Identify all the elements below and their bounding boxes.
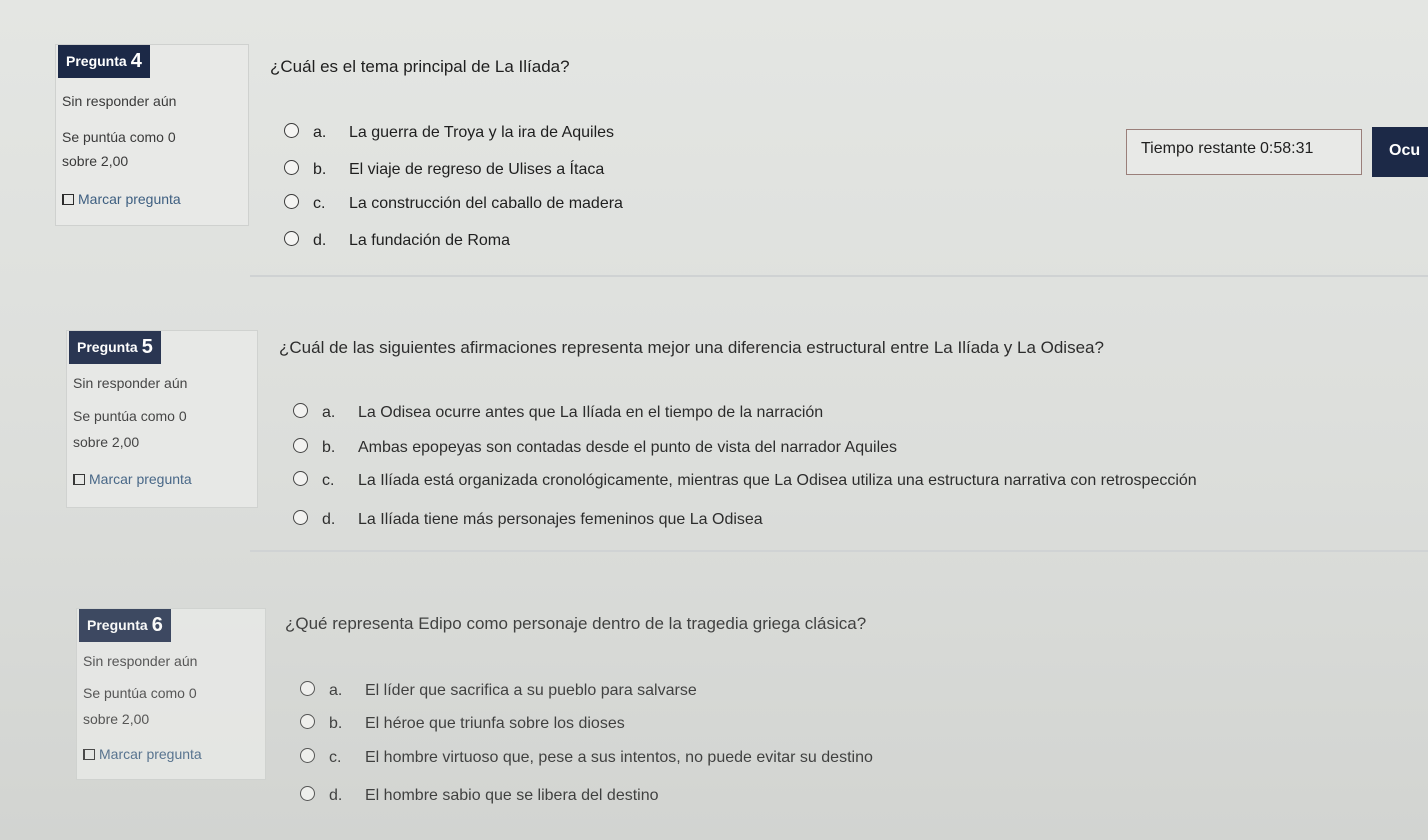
answer-text: La Odisea ocurre antes que La Ilíada en … (358, 404, 824, 421)
radio-button[interactable] (293, 510, 308, 525)
radio-button[interactable] (284, 160, 299, 175)
answer-letter: d. (329, 787, 343, 804)
question-divider (250, 275, 1428, 277)
answer-text: El líder que sacrifica a su pueblo para … (365, 682, 697, 699)
question-label: Pregunta (77, 339, 138, 355)
question-divider (250, 550, 1428, 552)
question-text: ¿Cuál es el tema principal de La Ilíada? (270, 57, 570, 76)
quiz-page: Pregunta 4 Sin responder aún Se puntúa co… (0, 0, 1428, 840)
answer-option[interactable]: a. La Odisea ocurre antes que La Ilíada e… (293, 403, 823, 422)
answer-letter: c. (329, 749, 342, 766)
flag-icon (83, 749, 95, 760)
radio-button[interactable] (293, 438, 308, 453)
radio-button[interactable] (300, 748, 315, 763)
question-score-total: sobre 2,00 (73, 434, 140, 450)
radio-button[interactable] (284, 194, 299, 209)
answer-text: Ambas epopeyas son contadas desde el pun… (358, 439, 898, 456)
answer-letter: b. (313, 161, 327, 178)
flag-question-label: Marcar pregunta (89, 471, 192, 487)
time-remaining: Tiempo restante 0:58:31 (1126, 129, 1362, 175)
answer-text: La guerra de Troya y la ira de Aquiles (349, 124, 615, 141)
radio-button[interactable] (293, 471, 308, 486)
answer-letter: b. (329, 715, 343, 732)
flag-question-label: Marcar pregunta (78, 191, 181, 207)
timer-value: 0:58:31 (1260, 140, 1314, 157)
question-score-total: sobre 2,00 (83, 711, 150, 727)
question-status: Sin responder aún (83, 653, 198, 669)
answer-text: La construcción del caballo de madera (349, 195, 623, 212)
radio-button[interactable] (300, 714, 315, 729)
question-score-total: sobre 2,00 (62, 153, 129, 169)
flag-question-link[interactable]: Marcar pregunta (62, 191, 181, 207)
answer-text: El hombre virtuoso que, pese a sus inten… (365, 749, 873, 766)
answer-option[interactable]: c. La Ilíada está organizada cronológicam… (293, 471, 1197, 490)
flag-question-label: Marcar pregunta (99, 746, 202, 762)
radio-button[interactable] (284, 231, 299, 246)
answer-letter: a. (322, 404, 336, 421)
answer-text: La fundación de Roma (349, 232, 510, 249)
question-number-badge: Pregunta 5 (69, 331, 161, 364)
question-status: Sin responder aún (73, 375, 188, 391)
question-score: Se puntúa como 0 (62, 129, 176, 145)
question-text: ¿Qué representa Edipo como personaje den… (285, 614, 867, 633)
answer-option[interactable]: a. La guerra de Troya y la ira de Aquiles (284, 123, 614, 142)
answer-letter: d. (322, 511, 336, 528)
question-label: Pregunta (66, 53, 127, 69)
answer-option[interactable]: c. La construcción del caballo de madera (284, 194, 623, 213)
answer-option[interactable]: d. La fundación de Roma (284, 231, 510, 250)
answer-letter: c. (322, 472, 335, 489)
question-score: Se puntúa como 0 (83, 685, 197, 701)
answer-text: El viaje de regreso de Ulises a Ítaca (349, 161, 605, 178)
radio-button[interactable] (300, 786, 315, 801)
answer-text: El hombre sabio que se libera del destin… (365, 787, 659, 804)
question-text: ¿Cuál de las siguientes afirmaciones rep… (279, 338, 1104, 357)
answer-option[interactable]: b. Ambas epopeyas son contadas desde el p… (293, 438, 897, 457)
radio-button[interactable] (300, 681, 315, 696)
flag-question-link[interactable]: Marcar pregunta (73, 471, 192, 487)
answer-text: El héroe que triunfa sobre los dioses (365, 715, 625, 732)
flag-icon (62, 194, 74, 205)
answer-option[interactable]: c. El hombre virtuoso que, pese a sus int… (300, 748, 873, 767)
question-number: 4 (130, 50, 142, 72)
question-number-badge: Pregunta 6 (79, 609, 171, 642)
question-status: Sin responder aún (62, 93, 177, 109)
flag-icon (73, 474, 85, 485)
question-label: Pregunta (87, 617, 148, 633)
radio-button[interactable] (293, 403, 308, 418)
answer-letter: a. (313, 124, 327, 141)
answer-option[interactable]: d. La Ilíada tiene más personajes femenin… (293, 510, 763, 529)
answer-text: La Ilíada tiene más personajes femeninos… (358, 511, 763, 528)
answer-option[interactable]: b. El viaje de regreso de Ulises a Ítaca (284, 160, 604, 179)
answer-option[interactable]: a. El líder que sacrifica a su pueblo par… (300, 681, 697, 700)
answer-letter: d. (313, 232, 327, 249)
flag-question-link[interactable]: Marcar pregunta (83, 746, 202, 762)
answer-letter: c. (313, 195, 326, 212)
question-info-box: Pregunta 6 Sin responder aún Se puntúa co… (76, 608, 266, 780)
answer-option[interactable]: d. El hombre sabio que se libera del dest… (300, 786, 659, 805)
timer-label: Tiempo restante (1141, 140, 1257, 157)
answer-letter: a. (329, 682, 343, 699)
question-info-box: Pregunta 4 Sin responder aún Se puntúa co… (55, 44, 249, 226)
answer-letter: b. (322, 439, 336, 456)
question-number-badge: Pregunta 4 (58, 45, 150, 78)
radio-button[interactable] (284, 123, 299, 138)
question-info-box: Pregunta 5 Sin responder aún Se puntúa co… (66, 330, 258, 508)
question-number: 6 (151, 614, 163, 636)
hide-timer-button[interactable]: Ocu (1372, 127, 1428, 177)
answer-text: La Ilíada está organizada cronológicamen… (358, 472, 1197, 489)
answer-option[interactable]: b. El héroe que triunfa sobre los dioses (300, 714, 625, 733)
question-score: Se puntúa como 0 (73, 408, 187, 424)
question-number: 5 (141, 336, 153, 358)
